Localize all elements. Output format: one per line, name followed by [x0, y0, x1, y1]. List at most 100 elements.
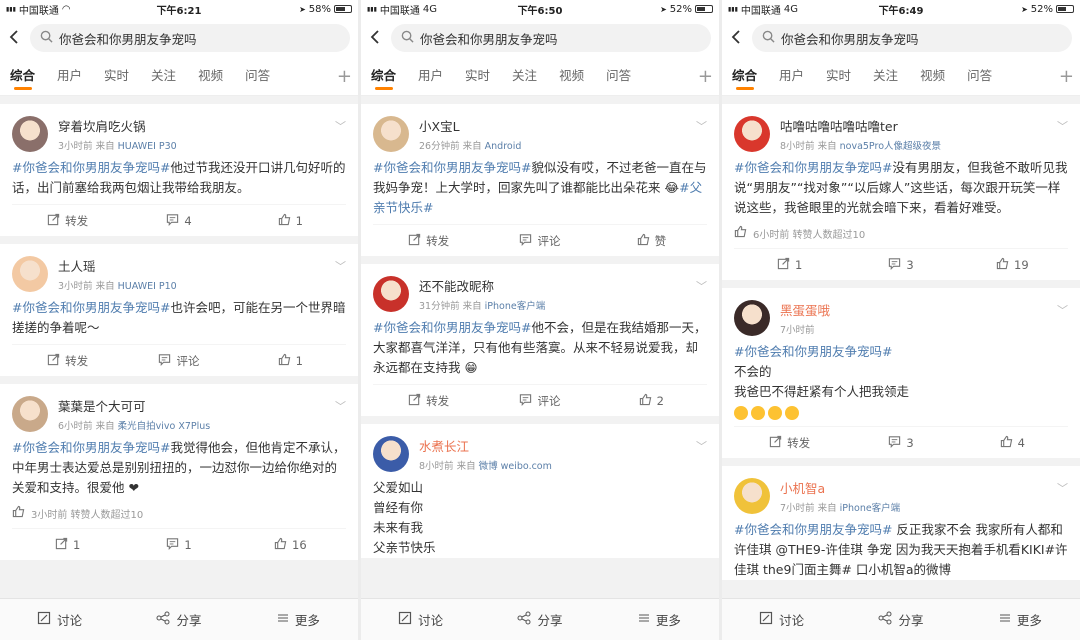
post-card[interactable]: 咕噜咕噜咕噜咕噜ter 8小时前 来自 nova5Pro人像超级夜景 ﹀ #你爸会和你… — [722, 104, 1080, 280]
plus-icon[interactable]: + — [337, 66, 352, 87]
back-arrow-icon[interactable] — [8, 28, 22, 48]
tab-5[interactable]: 问答 — [606, 58, 631, 96]
chevron-down-icon[interactable]: ﹀ — [335, 258, 346, 274]
like-button[interactable]: 赞 — [596, 233, 707, 249]
tab-1[interactable]: 用户 — [779, 58, 804, 96]
chevron-down-icon[interactable]: ﹀ — [335, 398, 346, 414]
plus-icon[interactable]: + — [698, 66, 713, 87]
tab-0[interactable]: 综合 — [371, 58, 396, 96]
tab-2[interactable]: 实时 — [826, 58, 851, 96]
chevron-down-icon[interactable]: ﹀ — [1057, 118, 1068, 134]
avatar[interactable] — [734, 478, 770, 514]
more-button[interactable]: 更多 — [600, 610, 719, 629]
share-button[interactable]: 1 — [734, 257, 845, 273]
avatar[interactable] — [373, 116, 409, 152]
bottom-share-button[interactable]: 分享 — [119, 610, 238, 629]
tab-3[interactable]: 关注 — [512, 58, 537, 96]
tab-5[interactable]: 问答 — [967, 58, 992, 96]
user-name[interactable]: 还不能改昵称 — [419, 276, 707, 295]
plus-icon[interactable]: + — [1059, 66, 1074, 87]
topic-tag[interactable]: #你爸会和你男朋友争宠吗# — [373, 320, 531, 335]
post-card[interactable]: 还不能改昵称 31分钟前 来自 iPhone客户端 ﹀ #你爸会和你男朋友争宠吗#他不… — [361, 264, 719, 416]
tab-2[interactable]: 实时 — [465, 58, 490, 96]
avatar[interactable] — [734, 116, 770, 152]
search-input[interactable]: 你爸会和你男朋友争宠吗 — [752, 24, 1072, 52]
comment-button[interactable]: 3 — [845, 257, 956, 273]
user-name[interactable]: 小机智a — [780, 478, 1068, 497]
chevron-down-icon[interactable]: ﹀ — [696, 278, 707, 294]
avatar[interactable] — [12, 256, 48, 292]
like-button[interactable]: 1 — [235, 353, 346, 369]
more-button[interactable]: 更多 — [239, 610, 358, 629]
comment-button[interactable]: 3 — [845, 435, 956, 451]
back-arrow-icon[interactable] — [369, 28, 383, 48]
like-button[interactable]: 4 — [957, 435, 1068, 451]
comment-button[interactable]: 评论 — [484, 233, 595, 249]
avatar[interactable] — [373, 276, 409, 312]
bottom-share-button[interactable]: 分享 — [841, 610, 960, 629]
share-button[interactable]: 转发 — [12, 353, 123, 369]
discuss-button[interactable]: 讨论 — [0, 610, 119, 629]
share-button[interactable]: 转发 — [12, 213, 123, 229]
back-arrow-icon[interactable] — [730, 28, 744, 48]
chevron-down-icon[interactable]: ﹀ — [1057, 302, 1068, 318]
user-name[interactable]: 黑蛋蛋哦 — [780, 300, 1068, 319]
share-button[interactable]: 转发 — [734, 435, 845, 451]
bottom-share-button[interactable]: 分享 — [480, 610, 599, 629]
post-card[interactable]: 葉葉是个大可可 6小时前 来自 柔光自拍vivo X7Plus ﹀ #你爸会和你男朋友… — [0, 384, 358, 560]
chevron-down-icon[interactable]: ﹀ — [696, 438, 707, 454]
post-card[interactable]: 小机智a 7小时前 来自 iPhone客户端 ﹀ #你爸会和你男朋友争宠吗# 反正我家… — [722, 466, 1080, 580]
tab-4[interactable]: 视频 — [198, 58, 223, 96]
share-button[interactable]: 1 — [12, 537, 123, 553]
discuss-button[interactable]: 讨论 — [722, 610, 841, 629]
comment-button[interactable]: 1 — [123, 537, 234, 553]
user-name[interactable]: 穿着坎肩吃火锅 — [58, 116, 346, 135]
tab-0[interactable]: 综合 — [10, 58, 35, 96]
like-button[interactable]: 19 — [957, 257, 1068, 273]
topic-tag[interactable]: #你爸会和你男朋友争宠吗# — [734, 344, 892, 359]
avatar[interactable] — [373, 436, 409, 472]
like-button[interactable]: 1 — [235, 213, 346, 229]
like-button[interactable]: 2 — [596, 393, 707, 409]
search-input[interactable]: 你爸会和你男朋友争宠吗 — [30, 24, 350, 52]
tab-2[interactable]: 实时 — [104, 58, 129, 96]
topic-tag[interactable]: #你爸会和你男朋友争宠吗# — [12, 300, 170, 315]
post-card[interactable]: 穿着坎肩吃火锅 3小时前 来自 HUAWEI P30 ﹀ #你爸会和你男朋友争宠吗#他… — [0, 104, 358, 236]
search-input[interactable]: 你爸会和你男朋友争宠吗 — [391, 24, 711, 52]
tab-1[interactable]: 用户 — [57, 58, 82, 96]
post-card[interactable]: 土人瑶 3小时前 来自 HUAWEI P10 ﹀ #你爸会和你男朋友争宠吗#也许会吧，… — [0, 244, 358, 376]
more-button[interactable]: 更多 — [961, 610, 1080, 629]
tab-4[interactable]: 视频 — [920, 58, 945, 96]
tab-5[interactable]: 问答 — [245, 58, 270, 96]
user-name[interactable]: 水煮长江 — [419, 436, 707, 455]
avatar[interactable] — [12, 396, 48, 432]
topic-tag[interactable]: #你爸会和你男朋友争宠吗# — [373, 160, 531, 175]
share-button[interactable]: 转发 — [373, 393, 484, 409]
topic-tag[interactable]: #你爸会和你男朋友争宠吗# — [12, 440, 170, 455]
like-button[interactable]: 16 — [235, 537, 346, 553]
post-card[interactable]: 小X宝L 26分钟前 来自 Android ﹀ #你爸会和你男朋友争宠吗#貌似没有哎，… — [361, 104, 719, 256]
avatar[interactable] — [734, 300, 770, 336]
chevron-down-icon[interactable]: ﹀ — [1057, 480, 1068, 496]
tab-3[interactable]: 关注 — [151, 58, 176, 96]
user-name[interactable]: 小X宝L — [419, 116, 707, 135]
user-name[interactable]: 咕噜咕噜咕噜咕噜ter — [780, 116, 1068, 135]
tab-3[interactable]: 关注 — [873, 58, 898, 96]
chevron-down-icon[interactable]: ﹀ — [696, 118, 707, 134]
topic-tag[interactable]: #你爸会和你男朋友争宠吗# — [734, 522, 892, 537]
comment-button[interactable]: 评论 — [484, 393, 595, 409]
comment-button[interactable]: 评论 — [123, 353, 234, 369]
avatar[interactable] — [12, 116, 48, 152]
discuss-button[interactable]: 讨论 — [361, 610, 480, 629]
post-card[interactable]: 黑蛋蛋哦 7小时前 ﹀ #你爸会和你男朋友争宠吗# 不会的 我爸巴不得赶紧有个人把我领走转… — [722, 288, 1080, 458]
topic-tag[interactable]: #你爸会和你男朋友争宠吗# — [734, 160, 892, 175]
chevron-down-icon[interactable]: ﹀ — [335, 118, 346, 134]
share-button[interactable]: 转发 — [373, 233, 484, 249]
user-name[interactable]: 土人瑶 — [58, 256, 346, 275]
topic-tag[interactable]: #你爸会和你男朋友争宠吗# — [12, 160, 170, 175]
post-card[interactable]: 水煮长江 8小时前 来自 微博 weibo.com ﹀ 父爱如山 曾经有你 未来有我 父亲节… — [361, 424, 719, 558]
tab-4[interactable]: 视频 — [559, 58, 584, 96]
tab-1[interactable]: 用户 — [418, 58, 443, 96]
comment-button[interactable]: 4 — [123, 213, 234, 229]
user-name[interactable]: 葉葉是个大可可 — [58, 396, 346, 415]
